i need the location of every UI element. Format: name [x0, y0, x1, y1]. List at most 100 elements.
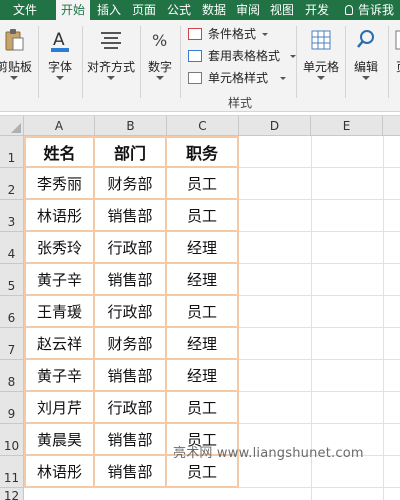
chevron-down-icon	[10, 76, 18, 80]
row-header[interactable]: 11	[0, 456, 24, 488]
cell-styles-icon	[188, 72, 202, 84]
row-header[interactable]: 1	[0, 136, 24, 168]
tab-formulas[interactable]: 公式	[162, 0, 196, 20]
table-header-cell[interactable]: 姓名	[24, 136, 95, 168]
table-cell[interactable]: 员工	[167, 392, 239, 424]
table-format-button[interactable]: 套用表格格式	[186, 45, 296, 67]
tell-me-label: 告诉我	[358, 3, 395, 17]
tab-view[interactable]: 视图	[266, 0, 298, 20]
row-header[interactable]: 12	[0, 488, 24, 500]
table-cell[interactable]: 员工	[167, 168, 239, 200]
tab-data[interactable]: 数据	[198, 0, 230, 20]
table-cell[interactable]: 行政部	[95, 232, 167, 264]
ribbon-home: 剪贴板 A 字体 对齐方式 % 数字 条件格式 套用表格格式 单元格样式 样式 …	[0, 20, 400, 112]
row-header[interactable]: 7	[0, 328, 24, 360]
tab-insert[interactable]: 插入	[92, 0, 126, 20]
font-label: 字体	[47, 60, 72, 74]
tab-home[interactable]: 开始	[56, 0, 90, 20]
select-all-corner[interactable]	[0, 116, 24, 136]
table-cell[interactable]: 员工	[167, 200, 239, 232]
watermark-text: 亮术网 www.liangshunet.com	[173, 446, 364, 461]
table-cell[interactable]: 黄晨昊	[24, 424, 95, 456]
column-header-b[interactable]: B	[95, 116, 167, 136]
alignment-button[interactable]: 对齐方式	[84, 22, 138, 88]
clipboard-label: 剪贴板	[0, 60, 32, 74]
percent-icon: %	[152, 31, 167, 50]
group-separator	[140, 26, 141, 98]
column-header-c[interactable]: C	[167, 116, 239, 136]
tab-review[interactable]: 审阅	[232, 0, 264, 20]
tab-developer[interactable]: 开发	[300, 0, 334, 20]
table-cell[interactable]: 行政部	[95, 296, 167, 328]
row-header[interactable]: 2	[0, 168, 24, 200]
font-color-icon: A	[51, 30, 69, 52]
table-cell[interactable]: 行政部	[95, 392, 167, 424]
table-format-icon	[188, 50, 202, 62]
gridline	[383, 136, 384, 500]
more-button[interactable]: 页	[392, 22, 400, 88]
table-cell[interactable]: 销售部	[95, 200, 167, 232]
row-header[interactable]: 9	[0, 392, 24, 424]
table-cell[interactable]: 销售部	[95, 424, 167, 456]
chevron-down-icon	[56, 76, 64, 80]
table-header-cell[interactable]: 职务	[167, 136, 239, 168]
number-label: 数字	[147, 60, 172, 74]
cell-styles-button[interactable]: 单元格样式	[186, 67, 296, 89]
table-cell[interactable]: 销售部	[95, 360, 167, 392]
conditional-format-icon	[188, 28, 202, 40]
row-header[interactable]: 8	[0, 360, 24, 392]
chevron-down-icon	[317, 76, 325, 80]
svg-text:%: %	[152, 31, 167, 50]
table-cell[interactable]: 财务部	[95, 328, 167, 360]
cells-label: 单元格	[302, 60, 339, 74]
table-cell[interactable]: 林语彤	[24, 456, 95, 488]
chevron-down-icon	[362, 76, 370, 80]
svg-text:A: A	[53, 30, 65, 50]
table-cell[interactable]: 经理	[167, 328, 239, 360]
column-header-a[interactable]: A	[24, 116, 95, 136]
clipboard-button[interactable]: 剪贴板	[0, 22, 36, 88]
tell-me-search[interactable]: 告诉我	[345, 0, 400, 20]
conditional-format-label: 条件格式	[208, 27, 257, 41]
number-button[interactable]: % 数字	[142, 22, 178, 88]
column-header-f[interactable]	[383, 116, 400, 136]
align-lines-icon	[101, 32, 121, 49]
table-cell[interactable]: 经理	[167, 360, 239, 392]
row-header[interactable]: 4	[0, 232, 24, 264]
font-button[interactable]: A 字体	[40, 22, 80, 88]
chevron-down-icon	[262, 33, 268, 36]
table-cell[interactable]: 销售部	[95, 456, 167, 488]
table-cell[interactable]: 销售部	[95, 264, 167, 296]
tab-file[interactable]: 文件	[0, 0, 50, 20]
group-separator	[82, 26, 83, 98]
table-cell[interactable]: 经理	[167, 232, 239, 264]
table-cell[interactable]: 王青瑗	[24, 296, 95, 328]
tab-page-layout[interactable]: 页面	[128, 0, 160, 20]
magnifier-icon	[357, 30, 374, 48]
table-cell[interactable]: 财务部	[95, 168, 167, 200]
lightbulb-icon	[345, 5, 353, 15]
row-header[interactable]: 5	[0, 264, 24, 296]
table-cell[interactable]: 林语彤	[24, 200, 95, 232]
row-header[interactable]: 10	[0, 424, 24, 456]
table-cell[interactable]: 员工	[167, 296, 239, 328]
group-separator	[38, 26, 39, 98]
table-cell[interactable]: 张秀玲	[24, 232, 95, 264]
table-cell[interactable]: 黄子辛	[24, 264, 95, 296]
table-header-cell[interactable]: 部门	[95, 136, 167, 168]
table-cell[interactable]: 刘月芹	[24, 392, 95, 424]
table-cell[interactable]: 赵云祥	[24, 328, 95, 360]
table-cell[interactable]: 李秀丽	[24, 168, 95, 200]
column-header-e[interactable]: E	[311, 116, 383, 136]
conditional-format-button[interactable]: 条件格式	[186, 23, 296, 45]
editing-button[interactable]: 编辑	[346, 22, 386, 88]
more-label: 页	[392, 58, 400, 75]
cells-button[interactable]: 单元格	[298, 22, 344, 88]
row-header[interactable]: 6	[0, 296, 24, 328]
cells-grid-icon	[311, 30, 331, 50]
table-cell[interactable]: 黄子辛	[24, 360, 95, 392]
chevron-down-icon	[280, 77, 286, 80]
table-cell[interactable]: 经理	[167, 264, 239, 296]
column-header-d[interactable]: D	[239, 116, 311, 136]
row-header[interactable]: 3	[0, 200, 24, 232]
